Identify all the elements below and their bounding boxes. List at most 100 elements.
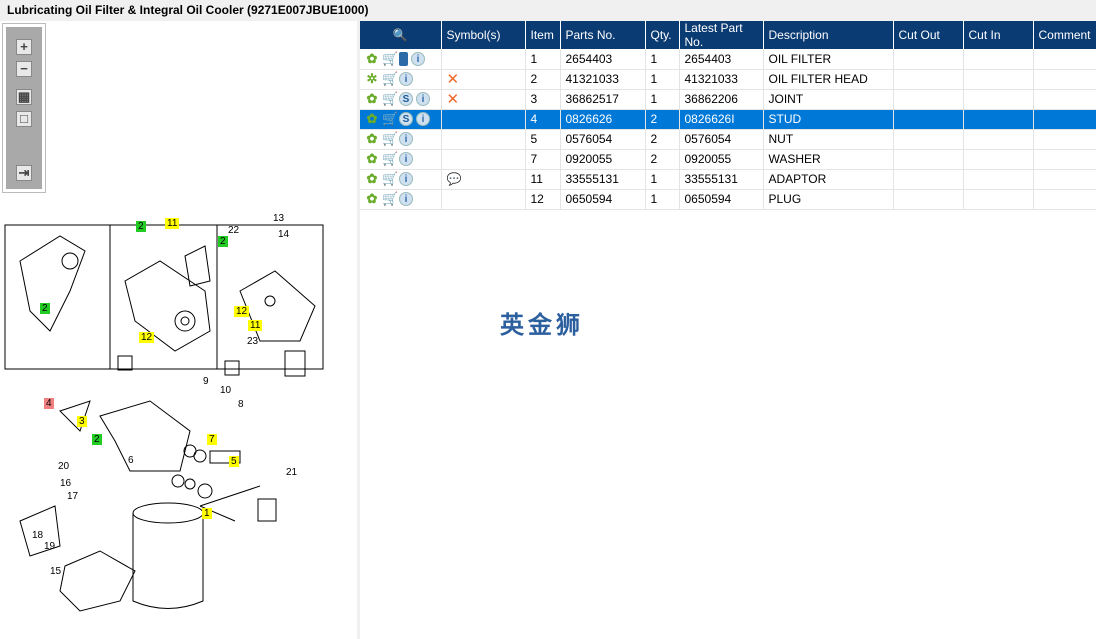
info-icon[interactable]: i [399, 72, 413, 87]
callout-label[interactable]: 17 [65, 491, 80, 502]
part-number-cell: 0650594 [560, 189, 646, 210]
zoom-in-button[interactable]: + [16, 39, 32, 55]
table-row[interactable]: ✿ 🛒 i 12 0650594 1 0650594 PLUG [360, 189, 1096, 210]
callout-label[interactable]: 8 [236, 399, 246, 410]
export-button[interactable]: ⇥ [16, 165, 32, 181]
gear-icon[interactable]: ✿ [365, 132, 379, 146]
callout-label[interactable]: 5 [229, 456, 239, 467]
table-row[interactable]: ✿ 🛒 Si 4 0826626 2 0826626I STUD [360, 109, 1096, 130]
item-cell: 3 [525, 89, 561, 110]
column-header[interactable]: Symbol(s) [441, 21, 526, 49]
callout-label[interactable]: 23 [245, 336, 260, 347]
callout-label[interactable]: 4 [44, 398, 54, 409]
table-row[interactable]: ✿ 🛒 i 1 2654403 1 2654403 OIL FILTER [360, 49, 1096, 70]
info-icon[interactable]: i [399, 132, 413, 147]
callout-label[interactable]: 22 [226, 225, 241, 236]
callout-label[interactable]: 2 [136, 221, 146, 232]
part-number-cell: 41321033 [560, 69, 646, 90]
actual-size-button[interactable]: □ [16, 111, 32, 127]
zoom-out-button[interactable]: − [16, 61, 32, 77]
column-header[interactable]: Parts No. [560, 21, 646, 49]
info-icon[interactable]: i [399, 172, 413, 187]
callout-label[interactable]: 14 [276, 229, 291, 240]
column-header[interactable]: Qty. [645, 21, 680, 49]
callout-label[interactable]: 11 [248, 320, 263, 331]
callout-label[interactable]: 3 [77, 416, 87, 427]
book-icon[interactable] [399, 52, 408, 67]
parts-list-panel: 🔍 Symbol(s) Item Parts No. Qty. Latest Part N… [360, 21, 1096, 639]
callout-label[interactable]: 6 [126, 455, 136, 466]
info-icon[interactable]: i [411, 52, 425, 67]
info-icon[interactable]: i [416, 112, 430, 127]
cut-in-cell [963, 189, 1034, 210]
part-number-cell: 0576054 [560, 129, 646, 150]
supersession-icon[interactable]: S [399, 112, 413, 127]
column-header[interactable]: Cut In [963, 21, 1034, 49]
callout-label[interactable]: 15 [48, 566, 63, 577]
column-header[interactable]: Cut Out [893, 21, 964, 49]
cart-icon[interactable]: 🛒 [382, 172, 398, 186]
table-row[interactable]: ✲ 🛒 i ✕ 2 41321033 1 41321033 OIL FILTER HEAD [360, 69, 1096, 90]
column-header[interactable]: Latest Part No. [679, 21, 764, 49]
cart-icon[interactable]: 🛒 [382, 152, 398, 166]
callout-label[interactable]: 10 [218, 385, 233, 396]
callout-label[interactable]: 1 [202, 508, 212, 519]
watermark: 英金狮 [500, 312, 584, 339]
column-header[interactable]: Comment [1033, 21, 1096, 49]
table-row[interactable]: ✿ 🛒 Si ✕ 3 36862517 1 36862206 JOINT [360, 89, 1096, 110]
cart-icon[interactable]: 🛒 [382, 112, 398, 126]
info-icon[interactable]: i [399, 152, 413, 167]
search-icon[interactable]: 🔍 [393, 28, 408, 42]
symbol-cell [441, 149, 526, 170]
cart-icon[interactable]: 🛒 [382, 72, 398, 86]
gear-icon[interactable]: ✿ [365, 112, 379, 126]
fit-view-button[interactable]: ▦ [16, 89, 32, 105]
cart-icon[interactable]: 🛒 [382, 132, 398, 146]
cut-in-cell [963, 129, 1034, 150]
gear-icon[interactable]: ✿ [365, 52, 379, 66]
gear-icon[interactable]: ✿ [365, 192, 379, 206]
callout-label[interactable]: 18 [30, 530, 45, 541]
column-header[interactable]: Description [763, 21, 894, 49]
cart-icon[interactable]: 🛒 [382, 52, 398, 66]
gears-icon[interactable]: ✲ [365, 72, 379, 86]
description-cell: ADAPTOR [763, 169, 894, 190]
callout-label[interactable]: 21 [284, 467, 299, 478]
table-row[interactable]: ✿ 🛒 i 7 0920055 2 0920055 WASHER [360, 149, 1096, 170]
callout-label[interactable]: 16 [58, 478, 73, 489]
cart-icon[interactable]: 🛒 [382, 192, 398, 206]
callout-label[interactable]: 2 [40, 303, 50, 314]
info-icon[interactable]: i [399, 192, 413, 207]
row-actions: ✿ 🛒 Si [360, 109, 442, 130]
callout-label[interactable]: 9 [201, 376, 211, 387]
callout-label[interactable]: 20 [56, 461, 71, 472]
qty-cell: 2 [645, 129, 680, 150]
callout-label[interactable]: 12 [234, 306, 250, 317]
callout-label[interactable]: 12 [139, 332, 155, 343]
supersession-icon[interactable]: S [399, 92, 413, 107]
table-row[interactable]: ✿ 🛒 i 5 0576054 2 0576054 NUT [360, 129, 1096, 150]
part-number-cell: 36862517 [560, 89, 646, 110]
row-actions: ✿ 🛒 Si [360, 89, 442, 110]
diagram-panel[interactable]: + − ▦ □ ⇥ 2 2 11 12 22 13 14 2 12 11 23 4 3 2 9 10 8 7 6 5 2… [0, 21, 357, 639]
callout-label[interactable]: 19 [42, 541, 57, 552]
part-number-cell: 33555131 [560, 169, 646, 190]
callout-label[interactable]: 7 [207, 434, 217, 445]
cut-in-cell [963, 89, 1034, 110]
column-header[interactable]: Item [525, 21, 561, 49]
callout-label[interactable]: 13 [271, 213, 286, 224]
column-header-search[interactable]: 🔍 [360, 21, 442, 49]
qty-cell: 2 [645, 149, 680, 170]
cart-icon[interactable]: 🛒 [382, 92, 398, 106]
latest-part-cell: 2654403 [679, 49, 764, 70]
table-row[interactable]: ✿ 🛒 i 💬 11 33555131 1 33555131 ADAPTOR [360, 169, 1096, 190]
callout-label[interactable]: 11 [165, 218, 180, 229]
gear-icon[interactable]: ✿ [365, 172, 379, 186]
row-actions: ✿ 🛒 i [360, 49, 442, 70]
gear-icon[interactable]: ✿ [365, 152, 379, 166]
info-icon[interactable]: i [416, 92, 430, 107]
callout-label[interactable]: 2 [218, 236, 228, 247]
description-cell: OIL FILTER HEAD [763, 69, 894, 90]
gear-icon[interactable]: ✿ [365, 92, 379, 106]
callout-label[interactable]: 2 [92, 434, 102, 445]
